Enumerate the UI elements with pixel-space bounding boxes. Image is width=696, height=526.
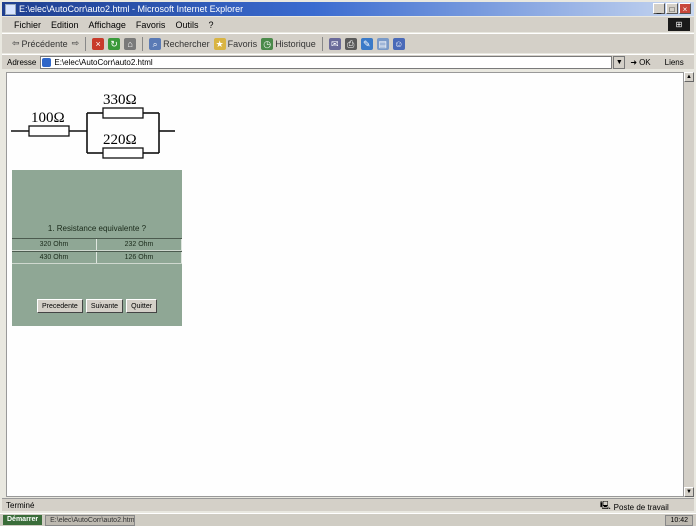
resistor-330-label: 330Ω	[103, 92, 137, 108]
address-input[interactable]: E:\elec\AutoCorr\auto2.html	[40, 55, 613, 69]
resistor-100-label: 100Ω	[31, 110, 65, 126]
system-tray-clock: 10:42	[665, 515, 693, 526]
page-icon	[42, 57, 52, 67]
go-arrow-icon: ➜	[630, 57, 638, 67]
quiz-panel: 1. Resistance equivalente ? 320 Ohm 232 …	[12, 170, 182, 326]
back-button-label: Précédente	[21, 38, 68, 49]
quiz-buttons: Precedente Suivante Quitter	[37, 299, 158, 313]
search-button[interactable]: ⌕ Rechercher	[149, 37, 210, 50]
favorites-button[interactable]: ★ Favoris	[213, 37, 258, 50]
menu-fichier[interactable]: Fichier	[14, 20, 41, 30]
page-content: 100Ω 330Ω 220Ω 1. Resistance equivalente…	[6, 72, 684, 497]
favorites-button-label: Favoris	[227, 38, 258, 49]
history-icon: ◷	[261, 37, 274, 50]
next-button[interactable]: Suivante	[85, 299, 124, 313]
history-button-label: Historique	[275, 38, 316, 49]
back-arrow-icon: ⇦	[12, 38, 20, 48]
answer-row: 430 Ohm 126 Ohm	[12, 251, 182, 264]
discuss-icon[interactable]: ▤	[376, 37, 389, 50]
menu-edition[interactable]: Edition	[51, 20, 79, 30]
security-zone-label: Poste de travail	[613, 502, 669, 512]
taskbar-item[interactable]: E:\elec\AutoCorr\auto2.html	[45, 514, 136, 526]
quit-button[interactable]: Quitter	[126, 299, 158, 313]
links-button[interactable]: Liens	[665, 58, 684, 67]
ie-app-icon	[5, 3, 16, 15]
history-button[interactable]: ◷ Historique	[261, 37, 316, 50]
toolbar-separator	[85, 36, 87, 51]
answer-option[interactable]: 232 Ohm	[97, 239, 182, 250]
menu-outils[interactable]: Outils	[175, 20, 198, 30]
toolbar-separator	[321, 36, 323, 51]
previous-button[interactable]: Precedente	[37, 299, 83, 313]
status-bar: Terminé 🖳 Poste de travail	[2, 498, 694, 514]
menu-favoris[interactable]: Favoris	[136, 20, 166, 30]
forward-arrow-icon: ⇨	[71, 38, 80, 48]
computer-icon: 🖳	[600, 501, 611, 510]
minimize-button[interactable]: _	[653, 3, 665, 14]
window-title-bar: E:\elec\AutoCorr\auto2.html - Microsoft …	[2, 2, 694, 16]
mail-icon[interactable]: ✉	[328, 37, 341, 50]
quiz-question: 1. Resistance equivalente ?	[47, 224, 147, 233]
standard-toolbar: ⇦ Précédente ⇨ × ↻ ⌂ ⌕ Rechercher ★ Favo…	[2, 33, 694, 53]
resistor-220-label: 220Ω	[103, 132, 137, 148]
menu-affichage[interactable]: Affichage	[89, 20, 126, 30]
refresh-icon[interactable]: ↻	[108, 37, 121, 50]
vertical-scrollbar[interactable]: ▲ ▼	[684, 72, 694, 497]
print-icon[interactable]: ⎙	[344, 37, 357, 50]
menu-help[interactable]: ?	[208, 20, 213, 30]
answer-option[interactable]: 320 Ohm	[12, 239, 97, 250]
messenger-icon[interactable]: ☺	[392, 37, 405, 50]
search-button-label: Rechercher	[163, 38, 210, 49]
forward-button[interactable]: ⇨	[72, 38, 80, 49]
status-text: Terminé	[6, 500, 35, 510]
scroll-down-icon[interactable]: ▼	[684, 487, 694, 497]
answer-option[interactable]: 430 Ohm	[12, 252, 97, 263]
toolbar-separator	[142, 36, 144, 51]
answer-option[interactable]: 126 Ohm	[97, 252, 182, 263]
address-bar: Adresse E:\elec\AutoCorr\auto2.html ▼ ➜ …	[2, 54, 694, 69]
circuit-diagram: 100Ω 330Ω 220Ω	[11, 92, 175, 159]
back-button[interactable]: ⇦ Précédente	[12, 38, 68, 49]
address-label: Adresse	[7, 57, 37, 67]
address-url: E:\elec\AutoCorr\auto2.html	[54, 57, 153, 67]
taskbar: Démarrer E:\elec\AutoCorr\auto2.html 10:…	[0, 513, 696, 526]
start-button[interactable]: Démarrer	[3, 515, 43, 525]
resistor-220-symbol	[102, 147, 144, 159]
stop-icon[interactable]: ×	[92, 37, 105, 50]
answer-grid: 320 Ohm 232 Ohm 430 Ohm 126 Ohm	[12, 238, 182, 264]
window-controls: _ □ ×	[653, 3, 691, 14]
menu-bar: Fichier Edition Affichage Favoris Outils…	[2, 17, 694, 32]
go-button-label: OK	[639, 57, 651, 67]
edit-icon[interactable]: ✎	[360, 37, 373, 50]
answer-row: 320 Ohm 232 Ohm	[12, 238, 182, 251]
search-icon: ⌕	[149, 37, 162, 50]
close-button[interactable]: ×	[679, 3, 691, 14]
go-button[interactable]: ➜ OK	[630, 58, 650, 67]
address-dropdown-icon[interactable]: ▼	[613, 55, 626, 69]
window-title: E:\elec\AutoCorr\auto2.html - Microsoft …	[19, 4, 244, 14]
resistor-100-symbol	[28, 125, 70, 137]
windows-logo-icon: ⊞	[668, 18, 690, 31]
scroll-up-icon[interactable]: ▲	[684, 72, 694, 82]
resistor-330-symbol	[102, 107, 144, 119]
favorites-icon: ★	[213, 37, 226, 50]
home-icon[interactable]: ⌂	[124, 37, 137, 50]
maximize-button[interactable]: □	[666, 3, 678, 14]
security-zone: 🖳 Poste de travail	[600, 500, 669, 514]
